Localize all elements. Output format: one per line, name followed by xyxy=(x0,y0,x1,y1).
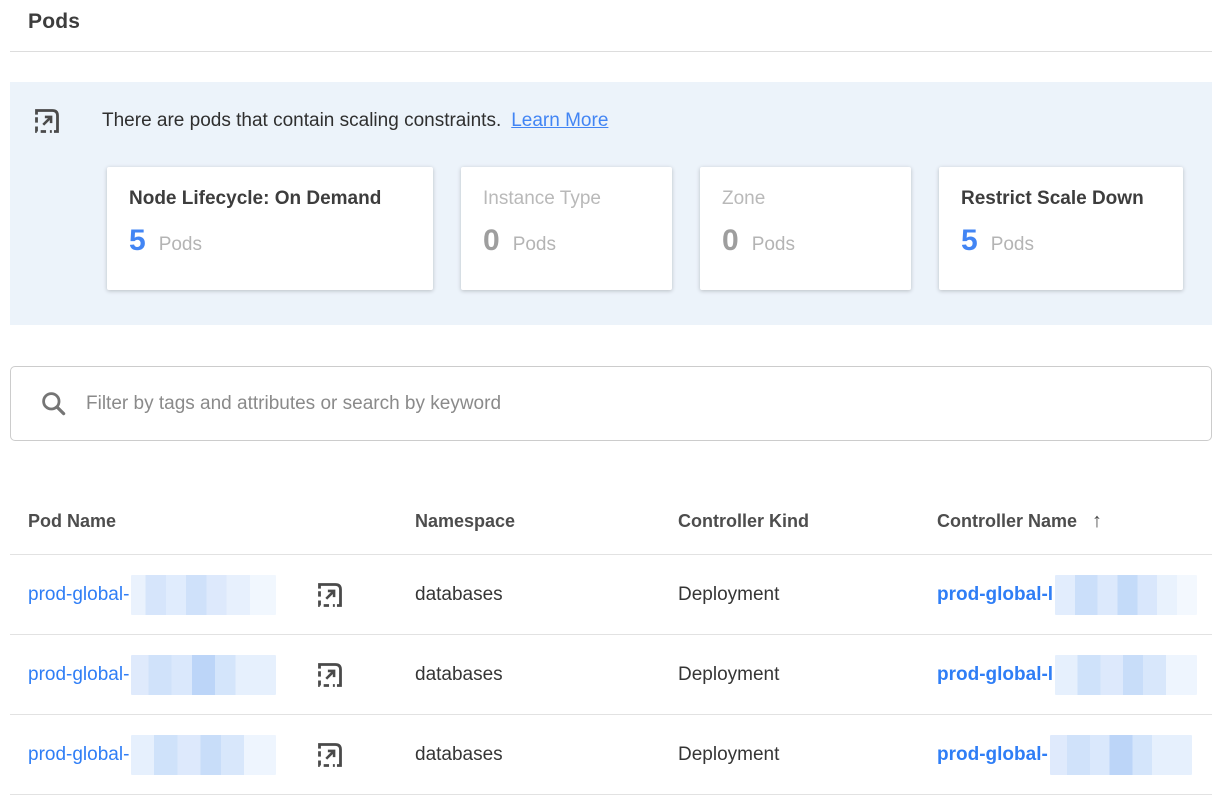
redacted-controller-name xyxy=(1055,575,1197,615)
scale-out-icon xyxy=(32,106,62,136)
card-count-unit: Pods xyxy=(752,234,795,256)
pod-name-link[interactable]: prod-global- xyxy=(28,664,129,686)
card-count-unit: Pods xyxy=(159,234,202,256)
card-instance-type[interactable]: Instance Type 0 Pods xyxy=(461,167,672,290)
learn-more-link[interactable]: Learn More xyxy=(511,110,608,131)
card-title: Instance Type xyxy=(483,188,650,210)
pod-name-cell: prod-global- xyxy=(10,575,415,615)
card-count: 0 Pods xyxy=(722,226,889,256)
redacted-controller-name xyxy=(1055,655,1197,695)
page-title: Pods xyxy=(10,0,1212,34)
controller-name-link[interactable]: prod-global-l xyxy=(937,664,1053,686)
controller-name-link[interactable]: prod-global-l xyxy=(937,584,1053,606)
filter-search-box[interactable] xyxy=(10,366,1212,441)
redacted-pod-name xyxy=(131,735,276,775)
table-row: prod-global- databases Deployment prod-g… xyxy=(10,635,1212,715)
scale-out-icon[interactable] xyxy=(315,740,345,770)
card-title: Zone xyxy=(722,188,889,210)
controller-name-cell: prod-global-l xyxy=(937,575,1212,615)
pods-table: Pod Name Namespace Controller Kind Contr… xyxy=(10,488,1212,795)
card-node-lifecycle[interactable]: Node Lifecycle: On Demand 5 Pods xyxy=(107,167,433,290)
card-count-number: 0 xyxy=(722,226,739,256)
column-header-pod-name[interactable]: Pod Name xyxy=(10,511,415,532)
redacted-pod-name xyxy=(131,655,276,695)
table-row: prod-global- databases Deployment prod-g… xyxy=(10,555,1212,635)
controller-name-cell: prod-global- xyxy=(937,735,1212,775)
pod-name-link[interactable]: prod-global- xyxy=(28,744,129,766)
banner-header: There are pods that contain scaling cons… xyxy=(10,106,1212,136)
controller-name-link[interactable]: prod-global- xyxy=(937,744,1048,766)
sort-ascending-icon[interactable]: ↑ xyxy=(1092,510,1102,533)
table-header-row: Pod Name Namespace Controller Kind Contr… xyxy=(10,488,1212,555)
pod-name-cell: prod-global- xyxy=(10,735,415,775)
card-count: 5 Pods xyxy=(129,226,411,256)
card-count-number: 0 xyxy=(483,226,500,256)
column-header-label: Controller Name xyxy=(937,511,1077,532)
search-input[interactable] xyxy=(86,393,1211,415)
card-title: Node Lifecycle: On Demand xyxy=(129,188,411,210)
search-icon xyxy=(39,389,69,419)
redacted-controller-name xyxy=(1050,735,1192,775)
banner-message-text: There are pods that contain scaling cons… xyxy=(102,110,501,131)
column-header-namespace[interactable]: Namespace xyxy=(415,511,678,532)
banner-message: There are pods that contain scaling cons… xyxy=(102,110,608,132)
pod-name-cell: prod-global- xyxy=(10,655,415,695)
pod-name-link[interactable]: prod-global- xyxy=(28,584,129,606)
card-count-unit: Pods xyxy=(513,234,556,256)
redacted-pod-name xyxy=(131,575,276,615)
card-title: Restrict Scale Down xyxy=(961,188,1161,210)
controller-kind-cell: Deployment xyxy=(678,584,937,606)
scaling-constraints-banner: There are pods that contain scaling cons… xyxy=(10,82,1212,325)
namespace-cell: databases xyxy=(415,584,678,606)
pods-page: Pods There are pods that contain scaling… xyxy=(0,0,1222,795)
divider xyxy=(10,51,1212,52)
card-restrict-scale-down[interactable]: Restrict Scale Down 5 Pods xyxy=(939,167,1183,290)
scale-out-icon[interactable] xyxy=(315,660,345,690)
card-count: 0 Pods xyxy=(483,226,650,256)
controller-name-cell: prod-global-l xyxy=(937,655,1212,695)
card-count: 5 Pods xyxy=(961,226,1161,256)
controller-kind-cell: Deployment xyxy=(678,664,937,686)
card-count-number: 5 xyxy=(961,226,978,256)
namespace-cell: databases xyxy=(415,664,678,686)
constraint-cards: Node Lifecycle: On Demand 5 Pods Instanc… xyxy=(107,167,1212,290)
card-count-number: 5 xyxy=(129,226,146,256)
table-row: prod-global- databases Deployment prod-g… xyxy=(10,715,1212,795)
controller-kind-cell: Deployment xyxy=(678,744,937,766)
column-header-controller-name[interactable]: Controller Name ↑ xyxy=(937,510,1212,533)
column-header-controller-kind[interactable]: Controller Kind xyxy=(678,511,937,532)
namespace-cell: databases xyxy=(415,744,678,766)
card-zone[interactable]: Zone 0 Pods xyxy=(700,167,911,290)
card-count-unit: Pods xyxy=(991,234,1034,256)
scale-out-icon[interactable] xyxy=(315,580,345,610)
